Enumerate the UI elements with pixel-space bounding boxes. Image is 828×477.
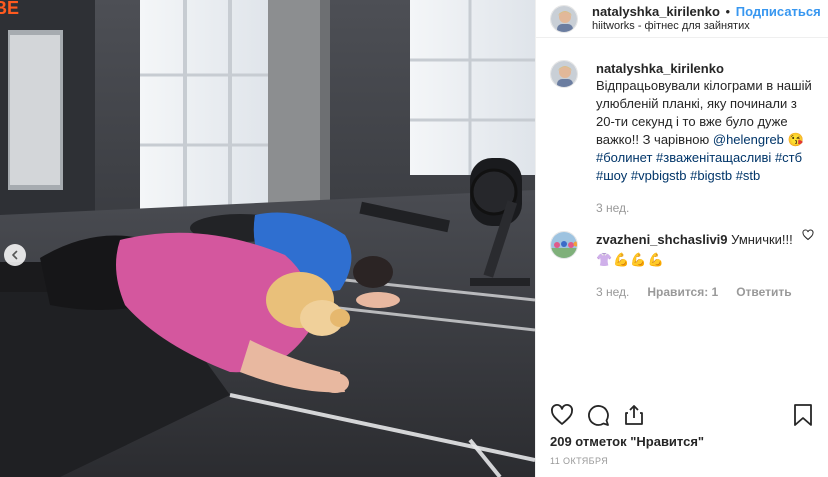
user-comment: zvazheni_shchaslivi9 Умнички!!! 👚 💪 💪 💪 … bbox=[550, 231, 816, 301]
share-icon bbox=[625, 405, 643, 425]
caption-text: Відпрацьовували кілограми в нашій улюбле… bbox=[596, 77, 816, 185]
caption-body: natalyshka_kirilenko Відпрацьовували кіл… bbox=[596, 60, 816, 217]
likes-count-link[interactable]: 209 отметок "Нравится" bbox=[550, 434, 704, 449]
follow-button[interactable]: Подписаться bbox=[736, 4, 821, 19]
heart-outline-icon bbox=[802, 229, 814, 241]
hashtag-link[interactable]: #зваженітащасливі bbox=[656, 150, 771, 165]
hashtag-link[interactable]: #стб bbox=[775, 150, 802, 165]
caption-avatar[interactable] bbox=[550, 60, 578, 88]
photo-illustration: BE bbox=[0, 0, 535, 477]
avatar-image bbox=[551, 61, 577, 87]
caption-meta: 3 нед. bbox=[596, 199, 816, 217]
caption-username-link[interactable]: natalyshka_kirilenko bbox=[596, 61, 724, 76]
header-text: natalyshka_kirilenko • Подписаться hiitw… bbox=[592, 4, 821, 34]
muscle-emoji: 💪 bbox=[647, 252, 664, 267]
hashtag-link[interactable]: #шоу bbox=[596, 168, 627, 183]
hashtag-link[interactable]: #stb bbox=[736, 168, 761, 183]
commenter-username-link[interactable]: zvazheni_shchaslivi9 bbox=[596, 232, 728, 247]
comment-meta: 3 нед. Нравится: 1 Ответить bbox=[596, 283, 816, 301]
kiss-emoji: 😘 bbox=[787, 132, 804, 147]
hashtag-link[interactable]: #vpbigstb bbox=[631, 168, 687, 183]
like-comment-button[interactable] bbox=[802, 229, 814, 244]
post-date[interactable]: 11 ОКТЯБРЯ bbox=[550, 456, 608, 466]
commenter-avatar[interactable] bbox=[550, 231, 578, 259]
previous-photo-button[interactable] bbox=[4, 244, 26, 266]
comment-likes-count[interactable]: Нравится: 1 bbox=[647, 283, 718, 301]
like-button[interactable] bbox=[550, 403, 574, 427]
comment-button[interactable] bbox=[586, 403, 610, 427]
save-button[interactable] bbox=[792, 403, 814, 427]
bookmark-icon bbox=[794, 404, 812, 426]
muscle-emoji: 💪 bbox=[630, 252, 647, 267]
separator-dot: • bbox=[725, 3, 731, 19]
share-button[interactable] bbox=[622, 403, 646, 427]
comment-emojis: 👚 💪 💪 💪 bbox=[596, 251, 816, 269]
mention-link[interactable]: @helengreb bbox=[713, 132, 784, 147]
chevron-left-icon bbox=[12, 250, 18, 260]
avatar-image bbox=[551, 5, 577, 32]
post-actions bbox=[550, 400, 814, 430]
comment-timestamp[interactable]: 3 нед. bbox=[596, 283, 629, 301]
shirt-emoji: 👚 bbox=[596, 252, 613, 267]
location-link[interactable]: hiitworks - фітнес для зайнятих bbox=[592, 19, 821, 34]
hashtag-link[interactable]: #болинет bbox=[596, 150, 652, 165]
comment-text: Умнички!!! bbox=[731, 232, 793, 247]
caption-timestamp[interactable]: 3 нед. bbox=[596, 199, 629, 217]
post-side-panel: natalyshka_kirilenko • Подписаться hiitw… bbox=[535, 0, 828, 477]
comment-body: zvazheni_shchaslivi9 Умнички!!! 👚 💪 💪 💪 … bbox=[596, 231, 816, 301]
caption-comment: natalyshka_kirilenko Відпрацьовували кіл… bbox=[550, 60, 816, 217]
author-avatar[interactable] bbox=[550, 4, 578, 33]
post-header: natalyshka_kirilenko • Подписаться hiitw… bbox=[536, 0, 828, 38]
muscle-emoji: 💪 bbox=[613, 252, 630, 267]
reply-button[interactable]: Ответить bbox=[736, 283, 791, 301]
author-username-link[interactable]: natalyshka_kirilenko bbox=[592, 4, 720, 19]
comment-icon bbox=[588, 405, 609, 426]
heart-icon bbox=[551, 404, 573, 425]
comments-section: natalyshka_kirilenko Відпрацьовували кіл… bbox=[550, 60, 816, 301]
avatar-image bbox=[551, 232, 577, 258]
post-photo[interactable]: BE bbox=[0, 0, 535, 477]
neon-sign-text: BE bbox=[0, 0, 19, 18]
hashtag-link[interactable]: #bigstb bbox=[690, 168, 732, 183]
